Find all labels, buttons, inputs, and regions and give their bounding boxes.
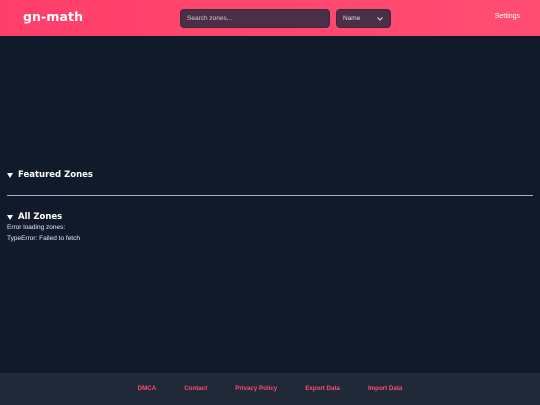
main-content: Featured Zones All Zones Error loading z… xyxy=(0,36,540,373)
footer-links: DMCA Contact Privacy Policy Export Data … xyxy=(0,385,540,392)
footer-link-privacy-policy[interactable]: Privacy Policy xyxy=(235,385,277,392)
footer: DMCA Contact Privacy Policy Export Data … xyxy=(0,373,540,405)
error-message-line-2: TypeError: Failed to fetch xyxy=(7,235,80,242)
footer-link-export-data[interactable]: Export Data xyxy=(305,385,340,392)
footer-link-contact[interactable]: Contact xyxy=(184,385,207,392)
footer-link-import-data[interactable]: Import Data xyxy=(368,385,402,392)
triangle-down-icon xyxy=(7,172,13,178)
triangle-down-icon xyxy=(7,214,13,220)
top-nav: gn-math Name Settings xyxy=(0,0,540,36)
all-zones-toggle[interactable]: All Zones xyxy=(7,212,62,222)
page: gn-math Name Settings Featured Zones All… xyxy=(0,0,540,405)
all-zones-title: All Zones xyxy=(18,212,63,222)
settings-link[interactable]: Settings xyxy=(495,13,520,20)
site-logo[interactable]: gn-math xyxy=(23,9,83,24)
divider xyxy=(7,195,533,196)
search-input[interactable] xyxy=(180,9,330,28)
footer-link-dmca[interactable]: DMCA xyxy=(138,385,157,392)
featured-zones-title: Featured Zones xyxy=(18,170,93,180)
error-message-line-1: Error loading zones: xyxy=(7,224,66,231)
chevron-down-icon xyxy=(376,15,384,23)
sort-select[interactable]: Name xyxy=(336,9,391,28)
sort-selected-value: Name xyxy=(343,15,361,22)
featured-zones-toggle[interactable]: Featured Zones xyxy=(7,170,93,180)
